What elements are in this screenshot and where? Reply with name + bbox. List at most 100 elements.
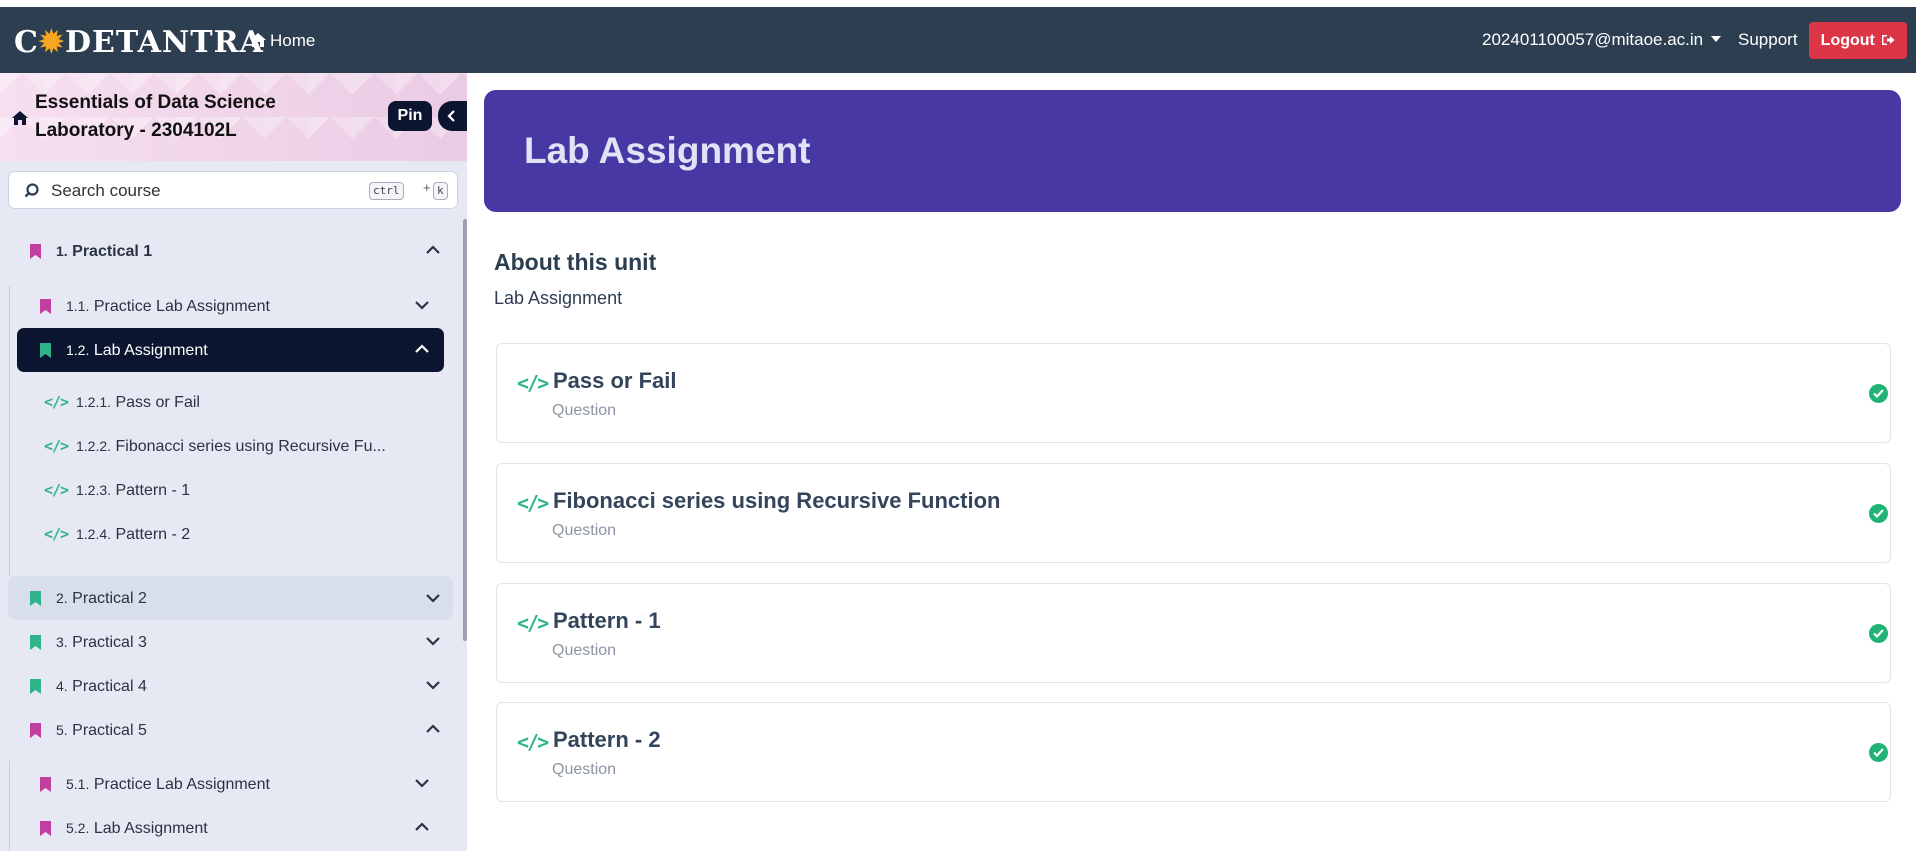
sidebar-item-pattern-1[interactable]: </> 1.2.3. Pattern - 1 <box>44 474 444 506</box>
question-type: Question <box>552 402 617 419</box>
tree-guide-line <box>9 761 10 851</box>
sidebar-item-practical-5[interactable]: 5. Practical 5 <box>8 714 456 746</box>
support-link[interactable]: Support <box>1738 30 1798 50</box>
item-number: 4. <box>56 678 68 694</box>
question-title: Pass or Fail <box>553 368 677 393</box>
about-unit-description: Lab Assignment <box>494 288 623 308</box>
item-label: Lab Assignment <box>93 342 208 359</box>
item-label: Practice Lab Assignment <box>93 298 270 315</box>
course-sidebar: Essentials of Data Science Laboratory - … <box>0 73 467 851</box>
item-number: 2. <box>56 590 68 606</box>
search-course-box[interactable]: ctrl + k <box>8 171 458 209</box>
item-number: 5.1. <box>66 776 90 792</box>
sign-out-icon <box>1882 35 1895 45</box>
about-unit-heading: About this unit <box>494 249 657 275</box>
bookmark-icon <box>40 343 51 358</box>
question-title: Pattern - 2 <box>553 727 661 752</box>
sidebar-item-practical-4[interactable]: 4. Practical 4 <box>8 670 456 702</box>
chevron-up-icon <box>426 724 440 733</box>
code-icon: </> <box>517 491 549 515</box>
chevron-left-icon <box>447 110 455 122</box>
question-type: Question <box>552 642 617 659</box>
pin-button[interactable]: Pin <box>388 101 432 131</box>
question-card-pattern-2[interactable]: </> Pattern - 2 Question <box>496 702 1891 802</box>
sidebar-item-pattern-2[interactable]: </> 1.2.4. Pattern - 2 <box>44 518 444 550</box>
completed-check-icon <box>1869 624 1888 643</box>
item-number: 1.1. <box>66 298 90 314</box>
item-label: Practice Lab Assignment <box>93 776 270 793</box>
home-icon[interactable] <box>12 110 28 126</box>
logout-label: Logout <box>1820 32 1875 49</box>
sidebar-item-practical-2[interactable]: 2. Practical 2 <box>8 576 453 620</box>
chevron-up-icon <box>415 822 429 831</box>
item-label: Fibonacci series using Recursive Fu... <box>115 438 386 455</box>
sidebar-item-practice-lab-assignment[interactable]: 5.1. Practice Lab Assignment <box>26 768 456 800</box>
item-number: 5.2. <box>66 820 90 836</box>
shortcut-plus: + <box>423 180 431 195</box>
bookmark-icon <box>30 679 41 694</box>
completed-check-icon <box>1869 504 1888 523</box>
item-label: Lab Assignment <box>93 820 208 837</box>
question-card-pass-or-fail[interactable]: </> Pass or Fail Question <box>496 343 1891 443</box>
sidebar-item-lab-assignment-active[interactable]: 1.2. Lab Assignment <box>17 328 444 372</box>
item-label: Practical 5 <box>72 722 147 739</box>
top-navbar: C✹DETANTRA Home 202401100057@mitaoe.ac.i… <box>0 7 1916 73</box>
question-title: Fibonacci series using Recursive Functio… <box>553 488 1001 513</box>
code-icon: </> <box>44 525 69 543</box>
bookmark-icon <box>30 723 41 738</box>
sidebar-item-lab-assignment[interactable]: 5.2. Lab Assignment <box>26 812 456 844</box>
code-icon: </> <box>44 437 69 455</box>
code-icon: </> <box>44 481 69 499</box>
item-number: 1.2.1. <box>76 394 112 410</box>
chevron-up-icon <box>426 245 440 254</box>
code-icon: </> <box>517 611 549 635</box>
caret-down-icon <box>1711 36 1722 42</box>
completed-check-icon <box>1869 743 1888 762</box>
code-icon: </> <box>517 730 549 754</box>
search-icon <box>24 183 39 198</box>
chevron-up-icon <box>415 344 429 353</box>
item-number: 5. <box>56 722 68 738</box>
question-type: Question <box>552 761 617 778</box>
item-number: 1.2.2. <box>76 438 112 454</box>
item-number: 1.2. <box>66 342 90 358</box>
page-title: Lab Assignment <box>524 130 811 171</box>
bookmark-icon <box>30 591 41 606</box>
item-label: Pattern - 1 <box>115 482 191 499</box>
collapse-sidebar-button[interactable] <box>438 101 467 131</box>
top-strip <box>0 0 1916 7</box>
item-label: Pattern - 2 <box>115 526 191 543</box>
item-label: Pass or Fail <box>115 394 200 411</box>
sidebar-item-practice-lab-assignment[interactable]: 1.1. Practice Lab Assignment <box>26 290 456 322</box>
chevron-down-icon <box>426 594 440 603</box>
shortcut-ctrl-key: ctrl <box>369 182 404 200</box>
item-number: 1.2.3. <box>76 482 112 498</box>
sidebar-item-practical-1[interactable]: 1. Practical 1 <box>8 235 456 267</box>
unit-banner: Lab Assignment <box>484 90 1901 212</box>
sidebar-item-practical-3[interactable]: 3. Practical 3 <box>8 626 456 658</box>
sidebar-item-fibonacci-series[interactable]: </> 1.2.2. Fibonacci series using Recurs… <box>44 430 444 462</box>
home-icon <box>250 33 266 47</box>
item-label: Practical 2 <box>72 590 147 607</box>
user-menu-dropdown[interactable]: 202401100057@mitaoe.ac.in <box>1482 30 1722 50</box>
codetantra-logo[interactable]: C✹DETANTRA <box>14 25 264 60</box>
question-card-fibonacci-series[interactable]: </> Fibonacci series using Recursive Fun… <box>496 463 1891 563</box>
question-card-pattern-1[interactable]: </> Pattern - 1 Question <box>496 583 1891 683</box>
code-icon: </> <box>517 371 549 395</box>
logout-button[interactable]: Logout <box>1809 22 1907 59</box>
course-title: Essentials of Data Science Laboratory - … <box>35 92 276 141</box>
item-number: 3. <box>56 634 68 650</box>
question-type: Question <box>552 522 617 539</box>
code-icon: </> <box>44 393 69 411</box>
bookmark-icon <box>30 244 41 259</box>
search-course-input[interactable] <box>49 178 353 204</box>
bookmark-icon <box>30 635 41 650</box>
item-number: 1.2.4. <box>76 526 112 542</box>
bookmark-icon <box>40 821 51 836</box>
home-link[interactable]: Home <box>250 31 315 51</box>
item-number: 1. <box>56 243 68 259</box>
main-content: Lab Assignment About this unit Lab Assig… <box>467 73 1916 851</box>
sidebar-item-pass-or-fail[interactable]: </> 1.2.1. Pass or Fail <box>44 386 444 418</box>
user-email: 202401100057@mitaoe.ac.in <box>1482 30 1704 49</box>
question-title: Pattern - 1 <box>553 608 661 633</box>
